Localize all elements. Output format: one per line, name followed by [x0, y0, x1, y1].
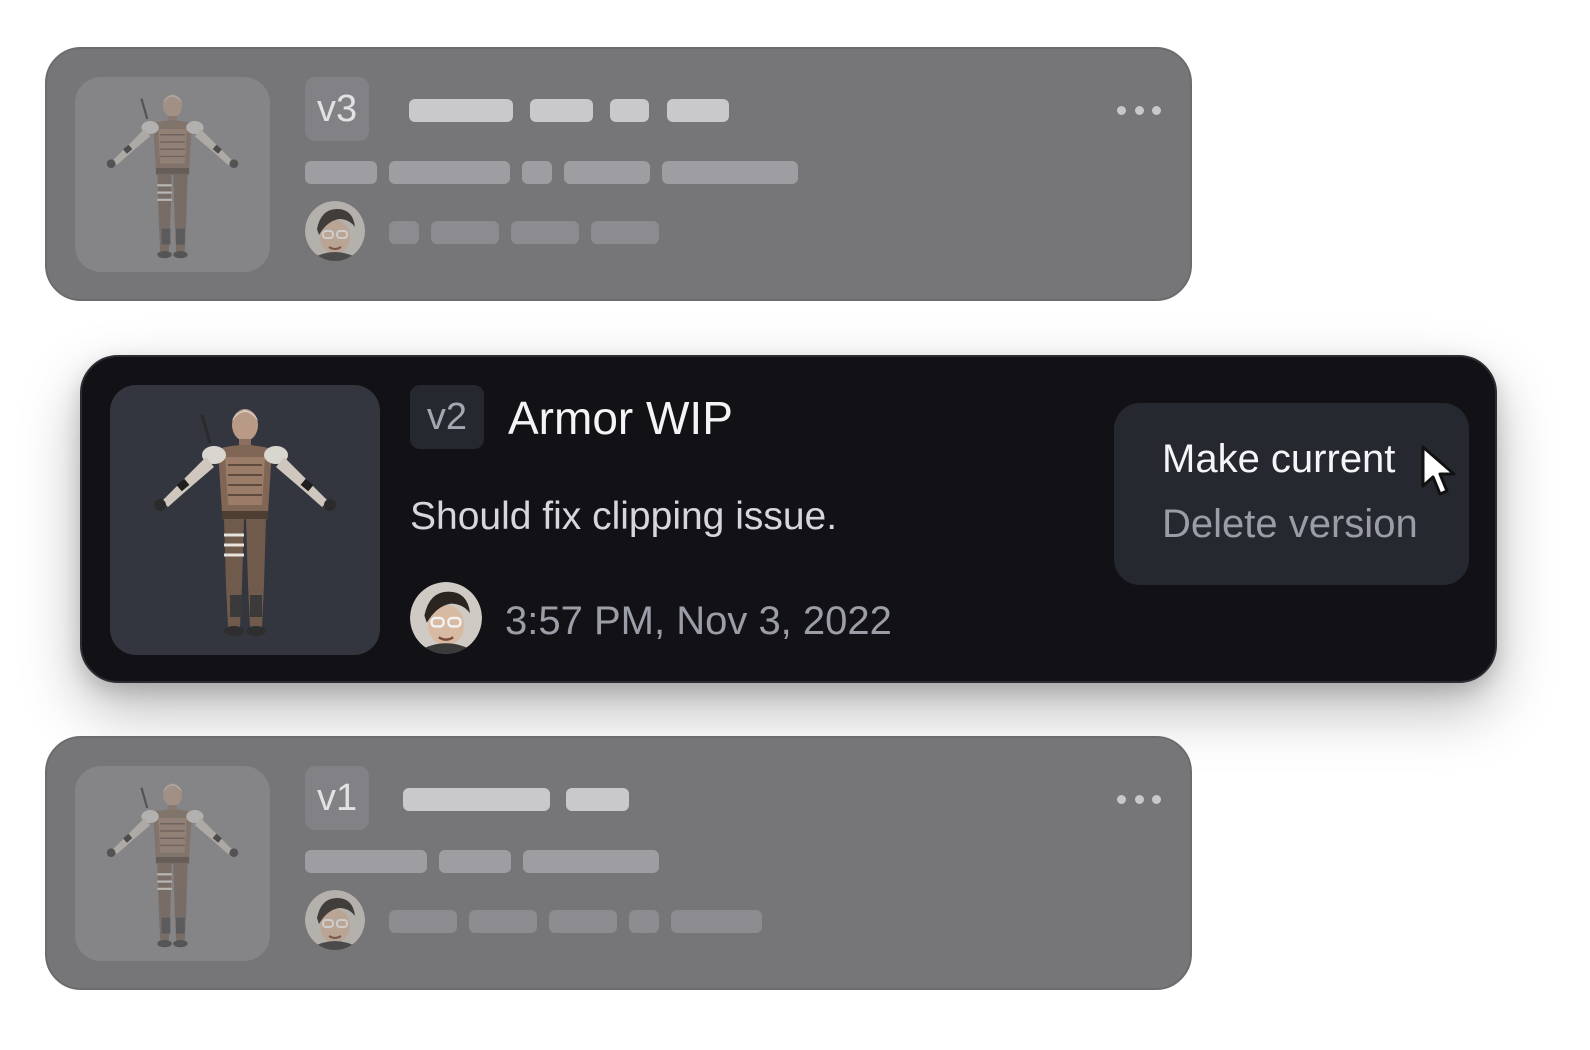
timestamp-placeholder [389, 221, 419, 244]
timestamp-placeholder [549, 910, 617, 933]
version-card-v1[interactable]: v1 [45, 736, 1192, 990]
title-placeholder [667, 99, 729, 122]
description-placeholder [522, 161, 552, 184]
description-placeholder [662, 161, 798, 184]
more-horizontal-icon[interactable] [1117, 105, 1161, 115]
description-placeholder [439, 850, 511, 873]
avatar [410, 582, 482, 654]
title-placeholder [403, 788, 550, 811]
model-thumbnail [110, 385, 380, 655]
version-context-menu: Make current Delete version [1114, 403, 1469, 585]
timestamp-placeholder [591, 221, 659, 244]
timestamp-placeholder [431, 221, 499, 244]
description-placeholder [389, 161, 510, 184]
version-badge: v1 [305, 766, 370, 830]
more-horizontal-icon[interactable] [1117, 794, 1161, 804]
timestamp-placeholder [629, 910, 659, 933]
title-placeholder [566, 788, 629, 811]
version-badge: v3 [305, 77, 370, 141]
version-timestamp: 3:57 PM, Nov 3, 2022 [505, 599, 892, 643]
version-description: Should fix clipping issue. [410, 495, 838, 538]
version-card-v2[interactable]: v2 Armor WIP Should fix clipping issue. … [80, 355, 1497, 683]
timestamp-placeholder [469, 910, 537, 933]
timestamp-placeholder [671, 910, 762, 933]
avatar [305, 890, 365, 950]
title-placeholder [610, 99, 649, 122]
model-thumbnail [75, 77, 270, 272]
delete-version-menu-item[interactable]: Delete version [1162, 498, 1418, 550]
timestamp-placeholder [511, 221, 579, 244]
mouse-pointer-icon [1421, 445, 1456, 496]
description-placeholder [523, 850, 659, 873]
description-placeholder [305, 161, 377, 184]
timestamp-placeholder [389, 910, 457, 933]
avatar [305, 201, 365, 261]
title-placeholder [409, 99, 513, 122]
version-card-v3[interactable]: v3 [45, 47, 1192, 301]
description-placeholder [564, 161, 650, 184]
version-badge: v2 [410, 385, 484, 449]
make-current-menu-item[interactable]: Make current [1162, 433, 1395, 485]
version-title: Armor WIP [508, 392, 733, 444]
title-placeholder [530, 99, 593, 122]
model-thumbnail [75, 766, 270, 961]
description-placeholder [305, 850, 427, 873]
